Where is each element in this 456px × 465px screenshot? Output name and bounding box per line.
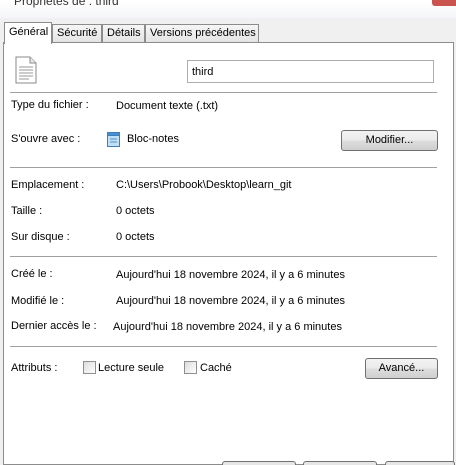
separator — [10, 256, 437, 257]
hidden-checkbox[interactable] — [184, 361, 197, 374]
tab-security[interactable]: Sécurité — [52, 24, 102, 43]
attributes-label: Attributs : — [11, 362, 58, 374]
tab-details[interactable]: Détails — [102, 24, 145, 43]
advanced-button[interactable]: Avancé... — [365, 358, 438, 379]
size-value: 0 octets — [116, 205, 155, 217]
file-type-label: Type du fichier : — [11, 99, 89, 111]
size-on-disk-value: 0 octets — [116, 231, 155, 243]
close-icon[interactable] — [432, 0, 456, 6]
separator — [10, 167, 437, 168]
readonly-checkbox[interactable] — [83, 361, 96, 374]
separator — [10, 346, 437, 347]
modified-value: Aujourd'hui 18 novembre 2024, il y a 6 m… — [116, 295, 345, 307]
readonly-label[interactable]: Lecture seule — [98, 362, 164, 374]
cancel-button[interactable] — [303, 461, 377, 465]
ok-button[interactable] — [222, 461, 296, 465]
file-name-input[interactable] — [187, 60, 434, 83]
created-label: Créé le : — [11, 268, 53, 280]
tab-previous-versions[interactable]: Versions précédentes — [145, 24, 259, 43]
file-type-value: Document texte (.txt) — [116, 100, 219, 112]
change-program-button[interactable]: Modifier... — [341, 130, 438, 151]
accessed-value: Aujourd'hui 18 novembre 2024, il y a 6 m… — [113, 321, 342, 333]
opens-with-value: Bloc-notes — [127, 133, 179, 145]
tab-general[interactable]: Général — [4, 22, 52, 44]
accessed-label: Dernier accès le : — [11, 320, 97, 332]
created-value: Aujourd'hui 18 novembre 2024, il y a 6 m… — [116, 269, 345, 281]
modified-label: Modifié le : — [11, 295, 65, 307]
text-document-icon — [15, 56, 37, 84]
notepad-icon — [107, 132, 120, 147]
window-title: Propriétés de : third — [14, 0, 119, 8]
size-on-disk-label: Sur disque : — [11, 231, 70, 243]
apply-button[interactable] — [385, 461, 455, 465]
hidden-label[interactable]: Caché — [200, 362, 232, 374]
location-value: C:\Users\Probook\Desktop\learn_git — [116, 179, 292, 191]
opens-with-label: S'ouvre avec : — [11, 133, 81, 145]
size-label: Taille : — [11, 205, 43, 217]
tab-strip: Général Sécurité Détails Versions précéd… — [4, 22, 404, 44]
window-titlebar: Propriétés de : third — [0, 0, 456, 18]
separator — [10, 92, 437, 93]
location-label: Emplacement : — [11, 179, 85, 191]
